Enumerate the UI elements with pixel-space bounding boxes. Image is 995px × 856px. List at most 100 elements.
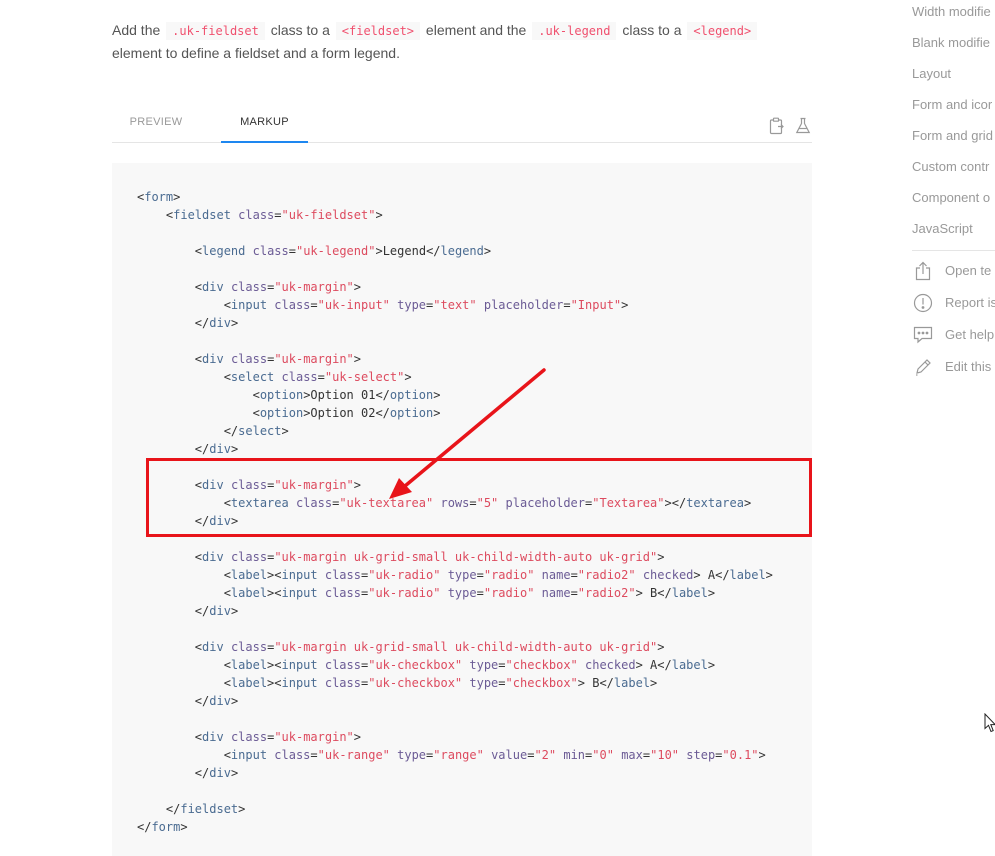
code-tag: input	[281, 676, 318, 690]
code-value: "0"	[592, 748, 614, 762]
code-value: "uk-margin"	[274, 730, 354, 744]
sidebar-action-get-help[interactable]: Get help	[912, 324, 995, 346]
intro-text: class to a	[270, 22, 330, 38]
code-tag: form	[151, 820, 181, 834]
code-value: "uk-margin"	[274, 352, 354, 366]
code-tag: fieldset	[180, 802, 239, 816]
code-tag: textarea	[230, 496, 289, 510]
code-attribute: step	[686, 748, 716, 762]
code-tag: label	[613, 676, 651, 690]
code-attribute: rows	[440, 496, 470, 510]
code-block: <form> <fieldset class="uk-fieldset"> <l…	[137, 190, 773, 834]
code-tag: option	[389, 388, 434, 402]
code-attribute: class	[230, 478, 268, 492]
code-tag: select	[238, 424, 282, 438]
sidebar-link-form-and-grid[interactable]: Form and grid	[912, 128, 993, 143]
code-value: "uk-legend"	[295, 244, 376, 258]
code-value: "uk-checkbox"	[368, 658, 463, 672]
code-tag: input	[281, 658, 318, 672]
code-attribute: max	[621, 748, 643, 762]
code-text: Option 01	[310, 388, 376, 402]
code-value: "uk-fieldset"	[281, 208, 376, 222]
code-tag: input	[230, 298, 268, 312]
sidebar-action-label: Edit this	[945, 359, 992, 374]
code-attribute: checked	[642, 568, 694, 582]
code-value: "Textarea"	[592, 496, 665, 510]
code-attribute: min	[563, 748, 586, 762]
code-attribute: name	[541, 568, 571, 582]
code-tag: label	[671, 586, 708, 600]
sidebar-link-width-modifiers[interactable]: Width modifie	[912, 4, 991, 19]
code-value: "uk-checkbox"	[368, 676, 463, 690]
sidebar-action-open-test[interactable]: Open te	[912, 260, 995, 282]
sidebar-link-layout[interactable]: Layout	[912, 66, 951, 81]
sidebar-link-custom-controls[interactable]: Custom contr	[912, 159, 989, 174]
code-value: "radio"	[483, 586, 535, 600]
code-attribute: class	[274, 748, 311, 762]
code-value: "uk-range"	[317, 748, 390, 762]
code-attribute: class	[230, 280, 268, 294]
code-attribute: class	[230, 550, 268, 564]
code-tag: div	[202, 550, 224, 564]
code-value: "uk-margin"	[274, 280, 354, 294]
code-attribute: type	[447, 586, 477, 600]
code-value: "checkbox"	[505, 658, 578, 672]
code-attribute: class	[238, 208, 275, 222]
code-tag: option	[259, 388, 304, 402]
code-attribute: type	[397, 748, 427, 762]
code-value: "uk-margin uk-grid-small uk-child-width-…	[274, 550, 658, 564]
code-tag: div	[209, 514, 231, 528]
share-icon	[912, 260, 934, 282]
beaker-icon[interactable]	[794, 117, 812, 135]
code-tag: div	[202, 280, 224, 294]
code-value: "2"	[534, 748, 557, 762]
code-tag: label	[230, 658, 268, 672]
code-tag: textarea	[686, 496, 744, 510]
code-value: "uk-margin uk-grid-small uk-child-width-…	[274, 640, 658, 654]
code-value: "uk-input"	[317, 298, 390, 312]
code-text: Option 02	[310, 406, 376, 420]
code-tag: div	[209, 442, 231, 456]
code-tag: div	[202, 352, 224, 366]
intro-text: element to define a fieldset and a form …	[112, 45, 400, 61]
code-attribute: class	[324, 676, 361, 690]
clipboard-copy-icon[interactable]	[768, 117, 786, 135]
sidebar: Width modifie Blank modifie Layout Form …	[912, 0, 995, 856]
inline-code: <fieldset>	[335, 22, 421, 40]
inline-code: <legend>	[687, 22, 758, 40]
sidebar-link-form-and-icons[interactable]: Form and icor	[912, 97, 992, 112]
sidebar-link-blank-modifier[interactable]: Blank modifie	[912, 35, 990, 50]
code-value: "0.1"	[722, 748, 759, 762]
code-attribute: class	[230, 640, 268, 654]
sidebar-action-report-issue[interactable]: Report is	[912, 292, 995, 314]
code-value: "10"	[650, 748, 680, 762]
code-tag: input	[281, 568, 318, 582]
code-tag: legend	[440, 244, 484, 258]
sidebar-link-javascript[interactable]: JavaScript	[912, 221, 973, 236]
code-attribute: class	[281, 370, 318, 384]
code-tag: div	[209, 694, 231, 708]
code-tag: option	[389, 406, 434, 420]
code-tag: div	[209, 316, 231, 330]
code-tag: fieldset	[173, 208, 231, 222]
intro-paragraph: Add the .uk-fieldset class to a <fieldse…	[112, 19, 812, 64]
inline-code: .uk-fieldset	[166, 22, 265, 40]
code-attribute: value	[491, 748, 528, 762]
code-tag: div	[202, 640, 224, 654]
code-attribute: class	[295, 496, 333, 510]
code-attribute: class	[324, 658, 361, 672]
sidebar-link-component-options[interactable]: Component o	[912, 190, 990, 205]
code-text: A	[642, 658, 658, 672]
example-tabs: PREVIEW MARKUP	[112, 102, 812, 143]
code-tag: div	[209, 766, 231, 780]
tab-markup[interactable]: MARKUP	[221, 102, 308, 143]
code-value: "text"	[433, 298, 477, 312]
code-tag: div	[202, 478, 224, 492]
code-tag: label	[230, 676, 268, 690]
sidebar-action-edit-page[interactable]: Edit this	[912, 356, 995, 378]
code-tag: form	[144, 190, 174, 204]
code-attribute: class	[324, 568, 361, 582]
tab-preview[interactable]: PREVIEW	[112, 102, 200, 143]
code-panel: <form> <fieldset class="uk-fieldset"> <l…	[112, 163, 812, 856]
code-tag: div	[202, 730, 224, 744]
